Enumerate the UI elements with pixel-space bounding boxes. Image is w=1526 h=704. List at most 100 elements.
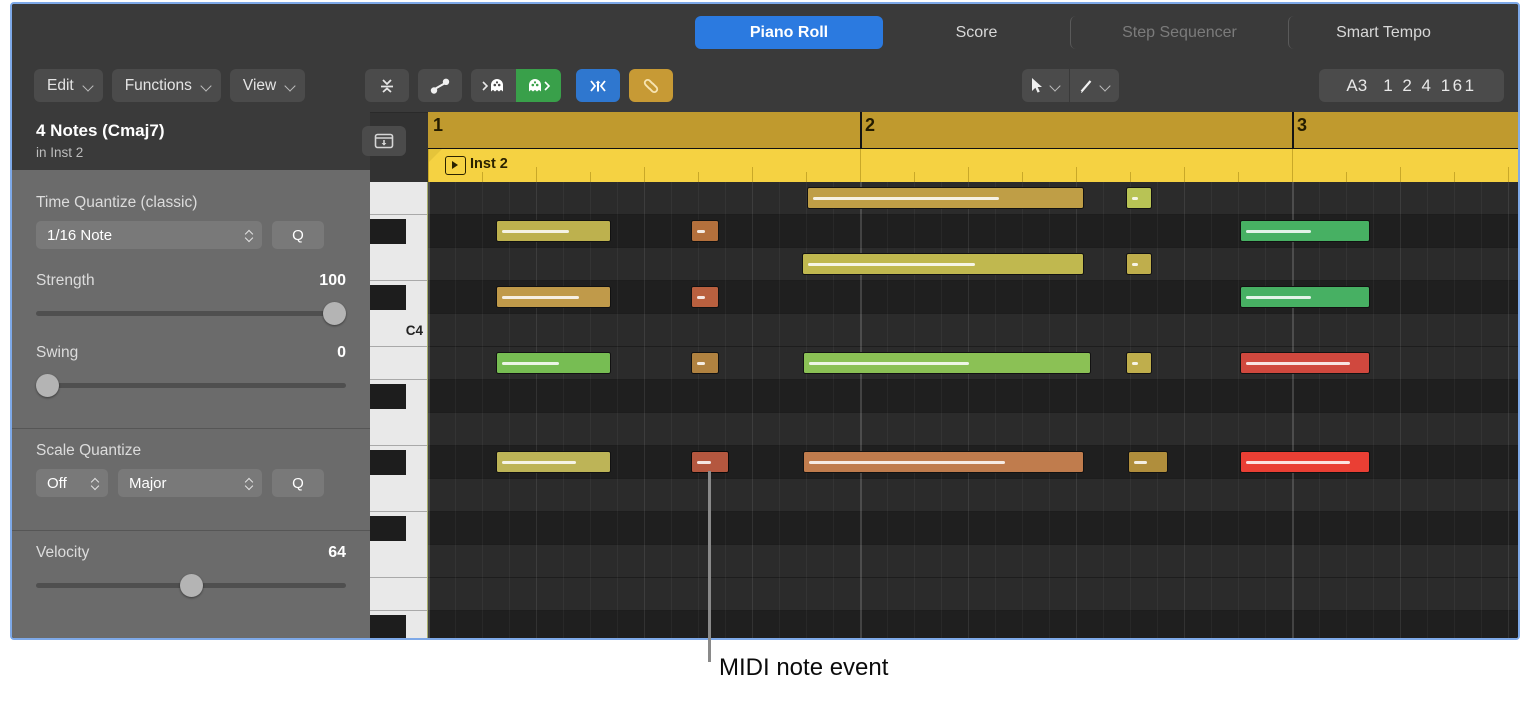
midi-out-button[interactable]: [516, 69, 561, 102]
chord-1-note-1[interactable]: [496, 451, 611, 473]
scale-quantize-scale-select[interactable]: Major: [118, 469, 262, 497]
piano-white-key-E3[interactable]: [370, 578, 428, 611]
pointer-tool[interactable]: [1022, 69, 1069, 102]
inspector-toggle-button[interactable]: [362, 126, 406, 156]
swing-slider[interactable]: [36, 374, 346, 396]
grid-lane[interactable]: [428, 314, 1518, 347]
region-strip[interactable]: Inst 2: [428, 149, 1518, 182]
strength-slider-knob[interactable]: [323, 302, 346, 325]
time-quantize-q-button[interactable]: Q: [272, 221, 324, 249]
grid-line: [1400, 182, 1401, 638]
grid-lane[interactable]: [428, 413, 1518, 446]
midi-note-event-selected[interactable]: [691, 451, 729, 473]
region-play-icon[interactable]: [445, 156, 466, 175]
swing-slider-knob[interactable]: [36, 374, 59, 397]
chord-1-note-2[interactable]: [496, 352, 611, 374]
note-info-display[interactable]: A3 1 2 4 161: [1319, 69, 1504, 102]
chord-1-note-4[interactable]: [496, 220, 611, 242]
chord-4-note-3[interactable]: [1126, 253, 1152, 275]
chord-3-note-4[interactable]: [807, 187, 1084, 209]
strength-slider[interactable]: [36, 302, 346, 324]
scale-quantize-mode-select[interactable]: Off: [36, 469, 108, 497]
scale-quantize-q-button[interactable]: Q: [272, 469, 324, 497]
link-button[interactable]: [629, 69, 673, 102]
tab-smart-tempo[interactable]: Smart Tempo: [1288, 16, 1478, 49]
piano-black-key-Cs4[interactable]: [370, 285, 406, 310]
tab-step-sequencer: Step Sequencer: [1070, 16, 1288, 49]
note-velocity-bar: [808, 263, 975, 266]
chord-5-note-4[interactable]: [1240, 220, 1370, 242]
edit-menu-button[interactable]: Edit: [34, 69, 103, 102]
time-quantize-select[interactable]: 1/16 Note: [36, 221, 262, 249]
velocity-slider-knob[interactable]: [180, 574, 203, 597]
grid-lane[interactable]: [428, 545, 1518, 578]
grid-lane[interactable]: [428, 578, 1518, 611]
piano-roll-grid[interactable]: [428, 182, 1518, 638]
grid-line: [509, 182, 510, 638]
piano-white-key-D4[interactable]: [370, 248, 428, 281]
note-velocity-bar: [502, 362, 559, 365]
chord-5-note-1[interactable]: [1240, 451, 1370, 473]
piano-white-key-A3[interactable]: [370, 413, 428, 446]
piano-black-key-Ds3[interactable]: [370, 615, 406, 638]
tab-piano-roll[interactable]: Piano Roll: [695, 16, 883, 49]
chord-4-note-4[interactable]: [1126, 187, 1152, 209]
bar-ruler[interactable]: 123: [428, 112, 1518, 148]
functions-menu-button[interactable]: Functions: [112, 69, 221, 102]
note-velocity-bar: [1246, 461, 1350, 464]
chevron-down-icon[interactable]: [1100, 80, 1111, 91]
brush-snap-button[interactable]: [576, 69, 620, 102]
chord-5-note-2[interactable]: [1240, 352, 1370, 374]
chord-3-note-2[interactable]: [803, 352, 1091, 374]
grid-line: [941, 182, 942, 638]
piano-white-key-G3[interactable]: [370, 479, 428, 512]
strength-value: 100: [319, 272, 346, 290]
collapse-expand-button[interactable]: [365, 69, 409, 102]
chord-2-note-3[interactable]: [691, 286, 719, 308]
ruler-bar-number: 3: [1297, 115, 1307, 136]
piano-keyboard[interactable]: C4C3: [370, 182, 428, 638]
note-velocity-bar: [809, 461, 1005, 464]
tab-score[interactable]: Score: [883, 16, 1070, 49]
editor-tab-bar: Piano RollScoreStep Sequencer Smart Tempo: [12, 4, 1518, 60]
chord-4-note-2[interactable]: [1126, 352, 1152, 374]
grid-line: [1481, 182, 1482, 638]
tab-label: Smart Tempo: [1336, 24, 1431, 42]
midi-in-button[interactable]: [471, 69, 516, 102]
chord-3-note-1[interactable]: [803, 451, 1084, 473]
chord-2-note-4[interactable]: [691, 220, 719, 242]
pencil-tool[interactable]: [1069, 69, 1119, 102]
chord-3-note-3[interactable]: [802, 253, 1084, 275]
lcd-note-value: A3: [1346, 76, 1367, 96]
note-velocity-bar: [1134, 461, 1147, 464]
grid-lane[interactable]: [428, 479, 1518, 512]
note-connect-button[interactable]: [418, 69, 462, 102]
chord-2-note-2[interactable]: [691, 352, 719, 374]
chord-4-note-1[interactable]: [1128, 451, 1168, 473]
note-velocity-bar: [809, 362, 969, 365]
piano-white-key-B3[interactable]: [370, 347, 428, 380]
grid-lane[interactable]: [428, 380, 1518, 413]
grid-line: [644, 182, 645, 638]
chord-1-note-3[interactable]: [496, 286, 611, 308]
piano-white-key-E4[interactable]: [370, 182, 428, 215]
grid-lane[interactable]: [428, 512, 1518, 545]
grid-lane[interactable]: [428, 611, 1518, 638]
grid-line: [536, 182, 537, 638]
piano-key-label: C4: [406, 323, 423, 338]
chevron-down-icon: [285, 80, 296, 91]
link-chain-icon: [640, 76, 662, 96]
note-velocity-bar: [697, 230, 705, 233]
piano-black-key-As3[interactable]: [370, 384, 406, 409]
note-velocity-bar: [1246, 362, 1350, 365]
piano-black-key-Fs3[interactable]: [370, 516, 406, 541]
piano-black-key-Ds4[interactable]: [370, 219, 406, 244]
velocity-slider[interactable]: [36, 574, 346, 596]
view-menu-button[interactable]: View: [230, 69, 305, 102]
strength-slider-track: [36, 311, 346, 316]
piano-white-key-F3[interactable]: [370, 545, 428, 578]
piano-black-key-Gs3[interactable]: [370, 450, 406, 475]
chevron-down-icon[interactable]: [1050, 80, 1061, 91]
chord-5-note-3[interactable]: [1240, 286, 1370, 308]
toolbar-icon-group: [365, 69, 673, 102]
